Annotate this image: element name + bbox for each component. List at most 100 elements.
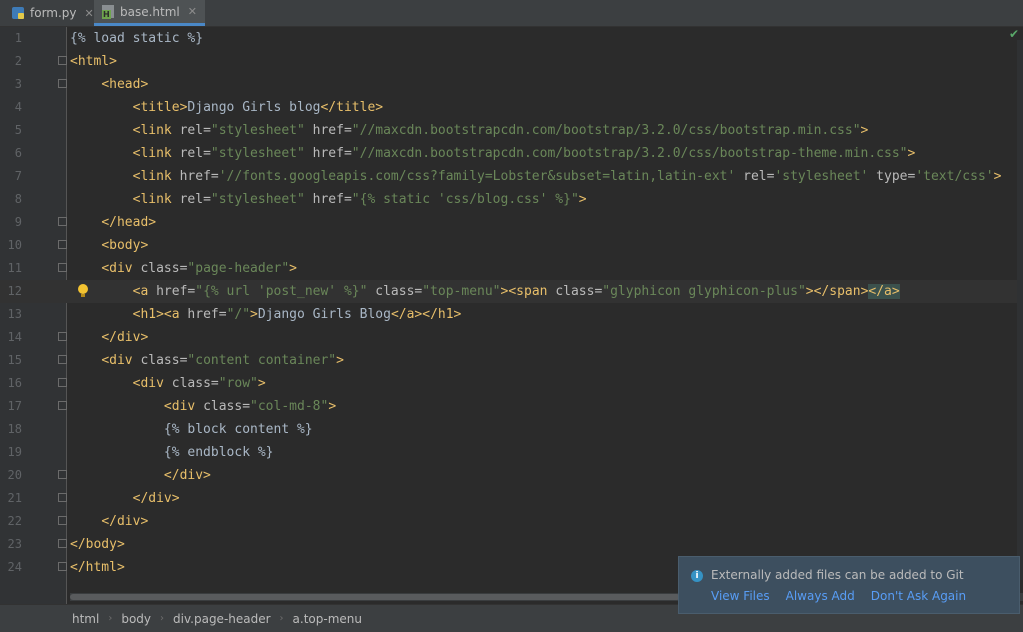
- code-line[interactable]: 22 </div>: [0, 510, 1023, 533]
- code-line[interactable]: 20 </div>: [0, 464, 1023, 487]
- close-icon[interactable]: ✕: [188, 5, 197, 18]
- html-file-icon: [102, 5, 114, 19]
- code-line[interactable]: 21 </div>: [0, 487, 1023, 510]
- code-line[interactable]: 5 <link rel="stylesheet" href="//maxcdn.…: [0, 119, 1023, 142]
- code-text: <head>: [101, 77, 149, 92]
- line-number: 6: [14, 146, 22, 160]
- line-number: 17: [7, 399, 22, 413]
- code-line[interactable]: 10 <body>: [0, 234, 1023, 257]
- code-text: <div class="row">: [132, 376, 266, 391]
- python-file-icon: [12, 7, 24, 19]
- code-line[interactable]: 8 <link rel="stylesheet" href="{% static…: [0, 188, 1023, 211]
- code-text: </html>: [70, 560, 125, 575]
- line-number: 7: [14, 169, 22, 183]
- fold-marker-icon[interactable]: [58, 217, 67, 226]
- code-line[interactable]: 2 <html>: [0, 50, 1023, 73]
- code-text: </div>: [101, 330, 149, 345]
- code-line[interactable]: 23 </body>: [0, 533, 1023, 556]
- code-line[interactable]: 3 <head>: [0, 73, 1023, 96]
- line-number: 22: [7, 514, 22, 528]
- code-line[interactable]: 17 <div class="col-md-8">: [0, 395, 1023, 418]
- code-text: <link rel="stylesheet" href="{% static '…: [132, 192, 587, 207]
- fold-marker-icon[interactable]: [58, 493, 67, 502]
- line-number: 2: [14, 54, 22, 68]
- always-add-link[interactable]: Always Add: [786, 589, 855, 603]
- fold-marker-icon[interactable]: [58, 263, 67, 272]
- code-text: </head>: [101, 215, 157, 230]
- tab-label: form.py: [30, 6, 77, 20]
- code-line[interactable]: 16 <div class="row">: [0, 372, 1023, 395]
- breadcrumb-item-html[interactable]: html: [72, 612, 99, 626]
- code-text: </div>: [132, 491, 180, 506]
- code-text: <html>: [70, 54, 117, 69]
- line-number: 18: [7, 422, 22, 436]
- code-line[interactable]: 18 {% block content %}: [0, 418, 1023, 441]
- code-line[interactable]: 19 {% endblock %}: [0, 441, 1023, 464]
- line-number: 19: [7, 445, 22, 459]
- inspection-ok-icon[interactable]: ✔: [1009, 27, 1019, 41]
- code-text: {% block content %}: [163, 422, 313, 437]
- info-icon: i: [691, 570, 703, 582]
- code-line[interactable]: 6 <link rel="stylesheet" href="//maxcdn.…: [0, 142, 1023, 165]
- fold-marker-icon[interactable]: [58, 378, 67, 387]
- code-line[interactable]: 11 <div class="page-header">: [0, 257, 1023, 280]
- code-line[interactable]: 13 <h1><a href="/">Django Girls Blog</a>…: [0, 303, 1023, 326]
- code-text: <div class="col-md-8">: [163, 399, 337, 414]
- line-number: 10: [7, 238, 22, 252]
- code-line[interactable]: 7 <link href='//fonts.googleapis.com/css…: [0, 165, 1023, 188]
- line-number: 12: [7, 284, 22, 298]
- fold-marker-icon[interactable]: [58, 401, 67, 410]
- line-number: 14: [7, 330, 22, 344]
- line-number: 9: [14, 215, 22, 229]
- line-number: 20: [7, 468, 22, 482]
- code-line[interactable]: 1 {% load static %}: [0, 27, 1023, 50]
- line-number: 13: [7, 307, 22, 321]
- fold-marker-icon[interactable]: [58, 539, 67, 548]
- fold-marker-icon[interactable]: [58, 562, 67, 571]
- line-number: 3: [14, 77, 22, 91]
- tab-base-html[interactable]: base.html ✕: [94, 0, 205, 26]
- code-text: <a href="{% url 'post_new' %}" class="to…: [132, 284, 900, 299]
- tab-form-py[interactable]: form.py ✕: [4, 0, 102, 26]
- line-number: 11: [7, 261, 22, 275]
- chevron-right-icon: ›: [279, 613, 284, 624]
- line-number: 24: [7, 560, 22, 574]
- fold-marker-icon[interactable]: [58, 56, 67, 65]
- code-editor[interactable]: 1 {% load static %} 2 <html> 3 <head> 4 <titl…: [0, 27, 1023, 605]
- editor-tab-bar: form.py ✕ base.html ✕: [0, 0, 1023, 27]
- notification-message: Externally added files can be added to G…: [711, 568, 964, 582]
- line-number: 5: [14, 123, 22, 137]
- code-line[interactable]: 9 </head>: [0, 211, 1023, 234]
- fold-marker-icon[interactable]: [58, 470, 67, 479]
- code-text: {% load static %}: [70, 31, 204, 46]
- breadcrumb-item-body[interactable]: body: [121, 612, 151, 626]
- code-text: <body>: [101, 238, 149, 253]
- breadcrumb-item-top-menu[interactable]: a.top-menu: [293, 612, 362, 626]
- fold-marker-icon[interactable]: [58, 79, 67, 88]
- fold-marker-icon[interactable]: [58, 332, 67, 341]
- code-text: <link rel="stylesheet" href="//maxcdn.bo…: [132, 123, 869, 138]
- line-number: 4: [14, 100, 22, 114]
- line-number: 23: [7, 537, 22, 551]
- code-text: </div>: [163, 468, 211, 483]
- breadcrumb-item-page-header[interactable]: div.page-header: [173, 612, 271, 626]
- vertical-scrollbar[interactable]: [1017, 40, 1023, 580]
- code-text: <div class="page-header">: [101, 261, 297, 276]
- code-line[interactable]: 4 <title>Django Girls blog</title>: [0, 96, 1023, 119]
- view-files-link[interactable]: View Files: [711, 589, 770, 603]
- code-line[interactable]: 15 <div class="content container">: [0, 349, 1023, 372]
- code-text: <link href='//fonts.googleapis.com/css?f…: [132, 169, 1002, 184]
- fold-marker-icon[interactable]: [58, 355, 67, 364]
- scrollbar-thumb[interactable]: [70, 594, 680, 600]
- line-number: 1: [14, 31, 22, 45]
- close-icon[interactable]: ✕: [85, 7, 94, 20]
- fold-marker-icon[interactable]: [58, 516, 67, 525]
- chevron-right-icon: ›: [108, 613, 113, 624]
- code-line[interactable]: 12 <a href="{% url 'post_new' %}" class=…: [0, 280, 1023, 303]
- code-text: <div class="content container">: [101, 353, 344, 368]
- fold-marker-icon[interactable]: [58, 240, 67, 249]
- code-line[interactable]: 14 </div>: [0, 326, 1023, 349]
- dont-ask-again-link[interactable]: Don't Ask Again: [871, 589, 966, 603]
- code-text: {% endblock %}: [163, 445, 274, 460]
- code-text: </body>: [70, 537, 125, 552]
